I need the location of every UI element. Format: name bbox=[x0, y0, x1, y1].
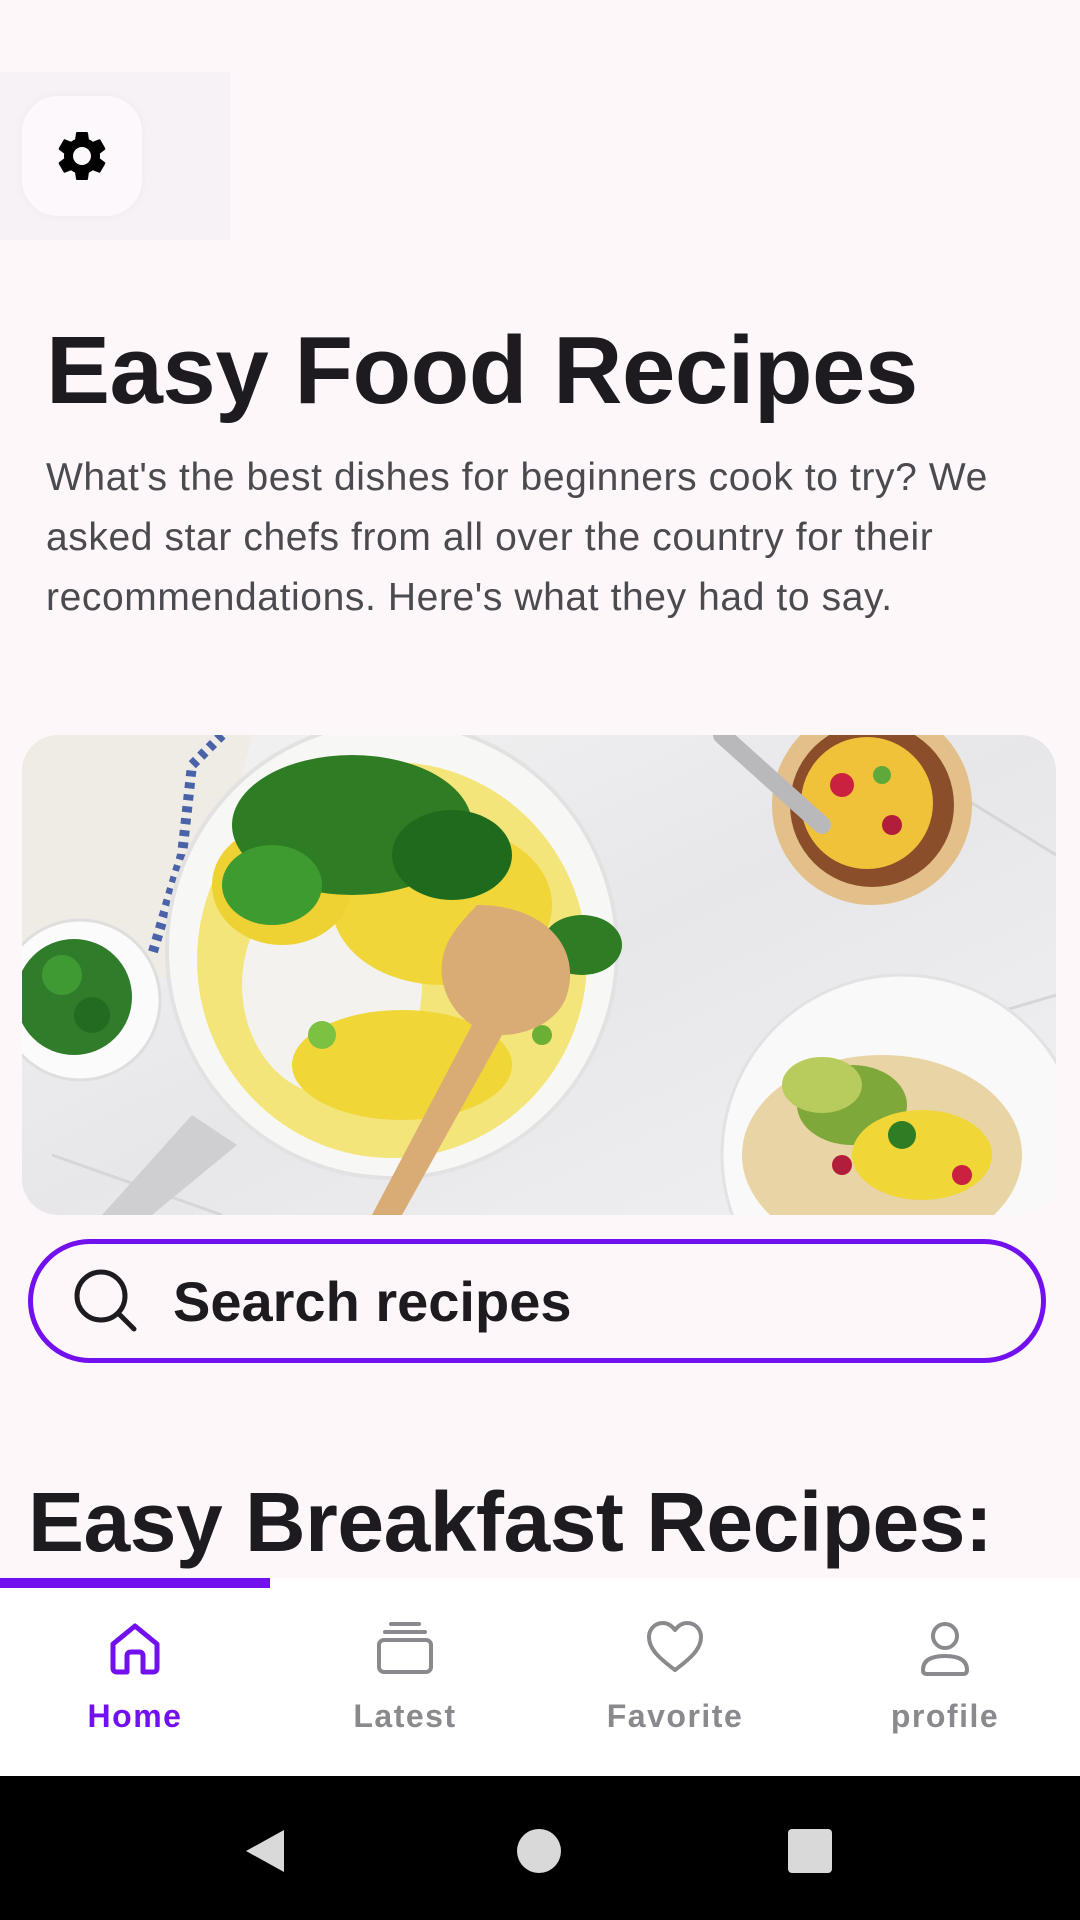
search-icon bbox=[71, 1266, 141, 1336]
nav-item-latest[interactable]: Latest bbox=[270, 1578, 540, 1776]
nav-label-favorite: Favorite bbox=[606, 1698, 744, 1734]
back-icon[interactable] bbox=[240, 1826, 290, 1876]
home-circle-icon[interactable] bbox=[514, 1826, 564, 1876]
settings-button[interactable] bbox=[22, 96, 142, 216]
hero-food-image bbox=[22, 735, 1056, 1215]
search-placeholder: Search recipes bbox=[173, 1269, 572, 1333]
nav-label-latest: Latest bbox=[353, 1698, 457, 1734]
page-title: Easy Food Recipes bbox=[46, 317, 918, 424]
status-time: 12:07 bbox=[24, 14, 125, 58]
recents-icon[interactable] bbox=[785, 1826, 835, 1876]
nav-label-home: Home bbox=[87, 1698, 183, 1734]
nav-label-profile: profile bbox=[890, 1698, 1000, 1734]
person-icon bbox=[921, 1622, 969, 1676]
gear-icon bbox=[58, 132, 106, 180]
search-input[interactable]: Search recipes bbox=[28, 1239, 1046, 1363]
section-title: Easy Breakfast Recipes: bbox=[28, 1475, 993, 1569]
page-description: What's the best dishes for beginners coo… bbox=[46, 456, 988, 619]
nav-item-favorite[interactable]: Favorite bbox=[540, 1578, 810, 1776]
heart-icon bbox=[647, 1621, 703, 1672]
nav-item-home[interactable]: Home bbox=[0, 1578, 270, 1776]
home-icon bbox=[110, 1623, 160, 1675]
nav-item-profile[interactable]: profile bbox=[810, 1578, 1080, 1776]
layers-icon bbox=[377, 1622, 433, 1674]
status-bar: 12:07 bbox=[0, 0, 1080, 72]
